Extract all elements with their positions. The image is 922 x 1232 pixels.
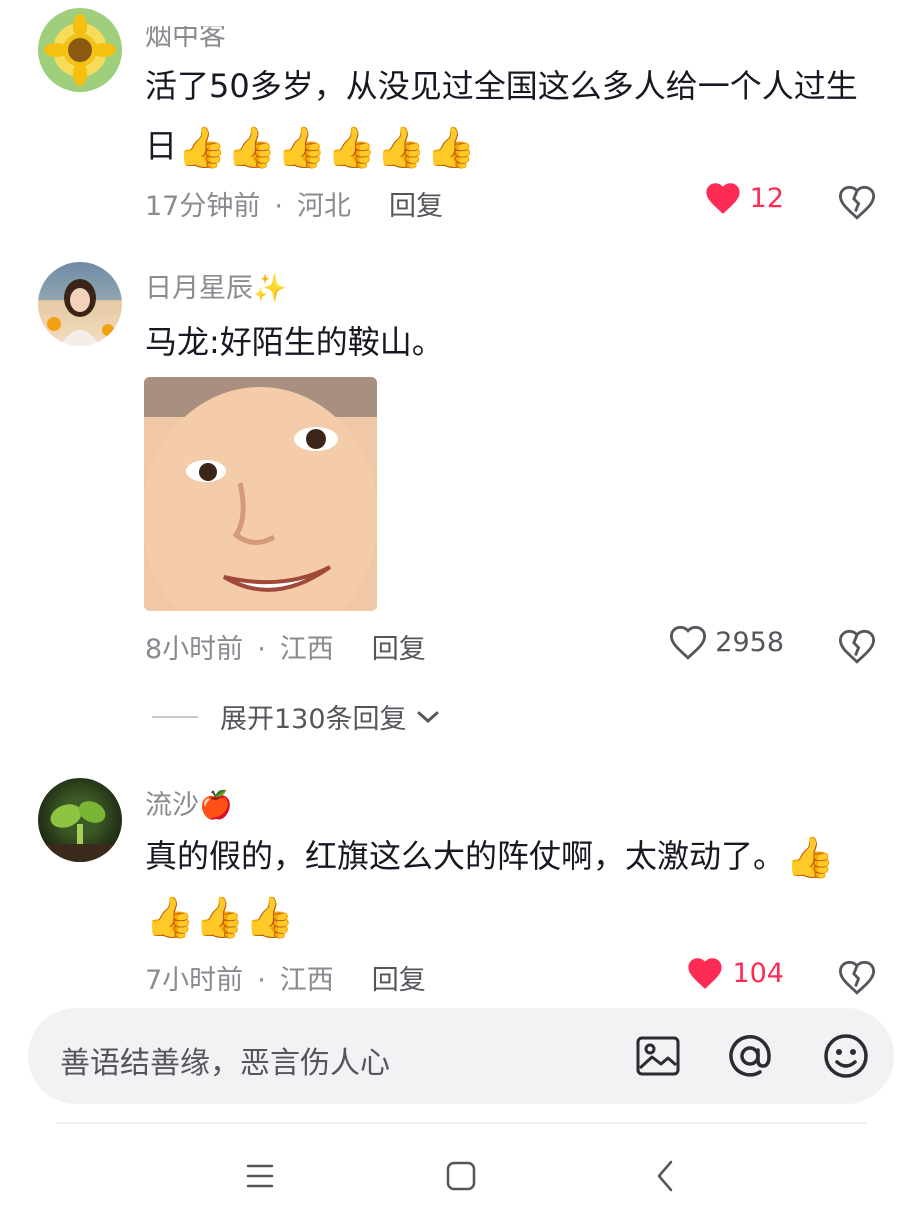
- like-button[interactable]: 2958: [669, 624, 784, 660]
- mention-icon[interactable]: [726, 1032, 774, 1080]
- emoji-icon[interactable]: [822, 1032, 870, 1080]
- girl-portrait-icon: [47, 279, 114, 346]
- thumbs-up-icon: 👍: [376, 125, 427, 171]
- like-count: 2958: [715, 626, 784, 658]
- heart-outline-icon: [670, 625, 707, 660]
- expand-replies-label: 展开130条回复: [220, 704, 407, 735]
- dislike-heart-icon[interactable]: [838, 183, 876, 221]
- comment-meta: 7小时前 · 江西 回复: [145, 965, 426, 996]
- thumbs-up-icon: 👍: [326, 125, 377, 171]
- reply-button[interactable]: 回复: [389, 191, 443, 222]
- comment-meta: 8小时前 · 江西 回复: [145, 634, 426, 665]
- expand-divider: [152, 715, 198, 718]
- comment-meta: 17分钟前 · 河北 回复: [145, 191, 443, 222]
- comment-time: 8小时前: [145, 634, 244, 665]
- thumbs-up-icon: 👍: [244, 895, 295, 941]
- expand-replies-button[interactable]: 展开130条回复: [152, 697, 441, 736]
- comment-time: 7小时前: [145, 965, 244, 996]
- sunflower-icon: [44, 14, 116, 86]
- comment-location: 江西: [279, 634, 334, 665]
- smiling-face-meme-icon: [144, 377, 377, 611]
- comment-body: 真的假的，红旗这么大的阵仗啊，太激动了。: [145, 837, 786, 875]
- thumbs-up-icon: 👍: [194, 895, 245, 941]
- thumbs-up-icon: 👍: [426, 125, 476, 171]
- reply-button[interactable]: 回复: [372, 634, 426, 665]
- comment-username[interactable]: 日月星辰✨: [145, 266, 287, 305]
- comment-location: 江西: [279, 965, 334, 996]
- thumbs-up-icon: 👍: [177, 125, 227, 171]
- heart-filled-icon: [688, 958, 723, 989]
- comment-image[interactable]: [144, 377, 377, 611]
- home-icon[interactable]: [441, 1154, 481, 1198]
- comment-username[interactable]: 烟中客: [145, 26, 226, 53]
- chevron-down-icon: [417, 711, 439, 723]
- avatar[interactable]: [38, 8, 122, 92]
- dislike-heart-icon[interactable]: [838, 627, 876, 665]
- like-count: 104: [732, 957, 784, 989]
- sprout-icon: [38, 801, 122, 862]
- thumbs-up-icon: 👍: [145, 895, 195, 941]
- avatar[interactable]: [38, 262, 122, 346]
- thumbs-up-icon: 👍: [226, 125, 277, 171]
- comment-username[interactable]: 流沙🍎: [145, 783, 233, 822]
- like-button[interactable]: 12: [704, 180, 784, 216]
- dislike-heart-icon[interactable]: [838, 958, 876, 996]
- comment-time: 17分钟前: [145, 191, 261, 222]
- thumbs-up-icon: 👍: [276, 125, 327, 171]
- avatar[interactable]: [38, 778, 122, 862]
- comment-text: 真的假的，红旗这么大的阵仗啊，太激动了。👍 👍👍👍: [145, 826, 905, 946]
- like-count: 12: [749, 182, 784, 214]
- nav-divider: [56, 1122, 866, 1124]
- comment-input[interactable]: 善语结善缘，恶言伤人心: [60, 1038, 390, 1082]
- comment-input-bar[interactable]: 善语结善缘，恶言伤人心: [28, 1008, 894, 1104]
- reply-button[interactable]: 回复: [372, 965, 426, 996]
- heart-filled-icon: [706, 183, 740, 214]
- comment-text: 活了50多岁，从没见过全国这么多人给一个人过生日👍👍👍👍👍👍: [145, 56, 885, 176]
- menu-icon[interactable]: [240, 1154, 280, 1198]
- back-icon[interactable]: [646, 1154, 686, 1198]
- thumbs-up-icon: 👍: [785, 835, 835, 881]
- comment-text: 马龙:好陌生的鞍山。: [145, 323, 444, 361]
- image-icon[interactable]: [634, 1032, 682, 1080]
- comment-location: 河北: [296, 191, 351, 222]
- like-button[interactable]: 104: [686, 955, 784, 991]
